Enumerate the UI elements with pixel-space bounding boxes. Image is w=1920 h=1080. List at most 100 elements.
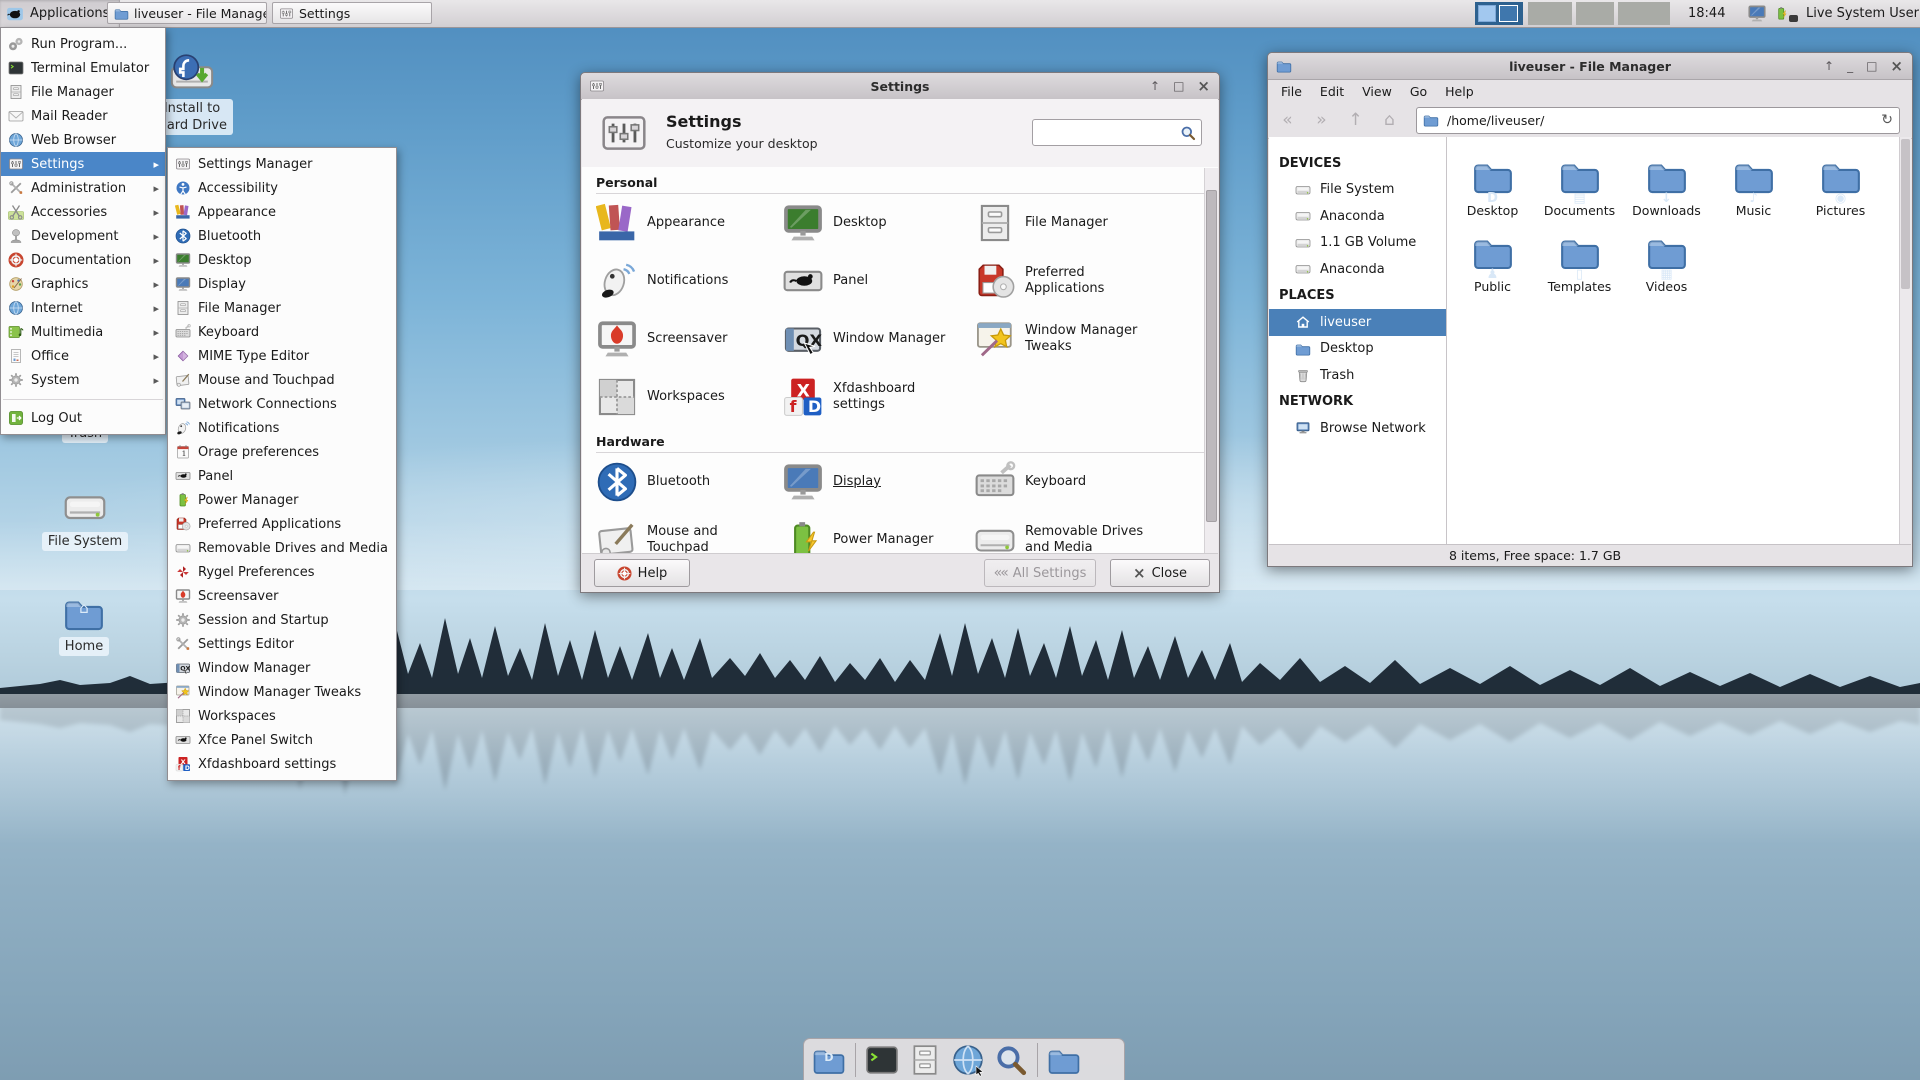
file-documents[interactable]: ▤ Documents [1536, 155, 1623, 231]
dock-app-finder[interactable] [994, 1043, 1028, 1077]
tile-notifications[interactable]: Notifications [596, 252, 782, 310]
menu-view[interactable]: View [1353, 84, 1401, 99]
sidebar-item-liveuser[interactable]: liveuser [1269, 309, 1446, 336]
sidebar-item-file-system[interactable]: File System [1269, 177, 1446, 204]
menu-item-xfdashboard-settings[interactable]: Xfdashboard settings [168, 752, 396, 776]
menu-item-settings-editor[interactable]: Settings Editor [168, 632, 396, 656]
file-downloads[interactable]: ↓ Downloads [1623, 155, 1710, 231]
reload-icon[interactable]: ↻ [1881, 108, 1893, 133]
menu-file[interactable]: File [1272, 84, 1311, 99]
minimize-button[interactable]: _ [1847, 59, 1853, 73]
menu-item-window-manager[interactable]: Window Manager [168, 656, 396, 680]
menu-item-internet[interactable]: Internet ▸ [1, 296, 165, 320]
path-bar[interactable]: /home/liveuser/ ↻ [1416, 107, 1900, 134]
menu-item-settings-manager[interactable]: Settings Manager [168, 152, 396, 176]
menu-item-mouse-and-touchpad[interactable]: Mouse and Touchpad [168, 368, 396, 392]
menu-item-mime-type-editor[interactable]: MIME Type Editor [168, 344, 396, 368]
sidebar-item-anaconda[interactable]: Anaconda [1269, 203, 1446, 230]
menu-item-desktop[interactable]: Desktop [168, 248, 396, 272]
menu-item-rygel-preferences[interactable]: Rygel Preferences [168, 560, 396, 584]
file-videos[interactable]: ▦ Videos [1623, 231, 1710, 307]
menu-item-file-manager[interactable]: File Manager [168, 296, 396, 320]
tile-xfdashboard-settings[interactable]: Xfdashboard settings [782, 368, 974, 426]
file-pictures[interactable]: ◉ Pictures [1797, 155, 1884, 231]
display-applet-icon[interactable] [1746, 4, 1768, 23]
menu-item-power-manager[interactable]: Power Manager [168, 488, 396, 512]
menu-item-file-manager[interactable]: File Manager [1, 80, 165, 104]
forward-button[interactable]: » [1308, 107, 1335, 134]
menu-item-development[interactable]: Development ▸ [1, 224, 165, 248]
sidebar-item-desktop[interactable]: Desktop [1269, 336, 1446, 363]
tile-window-manager-tweaks[interactable]: Window Manager Tweaks [974, 310, 1204, 368]
file-view-scrollbar[interactable] [1899, 137, 1911, 544]
workspace-2[interactable] [1499, 5, 1518, 22]
file-manager-titlebar[interactable]: liveuser - File Manager ↑ _ □ × [1268, 53, 1912, 80]
clock[interactable]: 18:44 [1688, 0, 1725, 27]
menu-item-multimedia[interactable]: Multimedia ▸ [1, 320, 165, 344]
search-input[interactable] [1037, 121, 1179, 146]
tile-keyboard[interactable]: Keyboard [974, 453, 1204, 511]
shade-button[interactable]: ↑ [1824, 59, 1834, 73]
menu-item-office[interactable]: Office ▸ [1, 344, 165, 368]
tile-desktop[interactable]: Desktop [782, 194, 974, 252]
menu-item-workspaces[interactable]: Workspaces [168, 704, 396, 728]
tile-appearance[interactable]: Appearance [596, 194, 782, 252]
tile-workspaces[interactable]: Workspaces [596, 368, 782, 426]
file-templates[interactable]: ▯ Templates [1536, 231, 1623, 307]
menu-item-notifications[interactable]: Notifications [168, 416, 396, 440]
sidebar-item-browse-network[interactable]: Browse Network [1269, 415, 1446, 442]
menu-item-orage-preferences[interactable]: Orage preferences [168, 440, 396, 464]
dock-show-desktop[interactable]: D [812, 1043, 846, 1077]
menu-item-log-out[interactable]: Log Out [1, 406, 165, 430]
settings-titlebar[interactable]: Settings ↑ □ × [581, 73, 1219, 100]
menu-go[interactable]: Go [1401, 84, 1436, 99]
tile-screensaver[interactable]: Screensaver [596, 310, 782, 368]
menu-item-appearance[interactable]: Appearance [168, 200, 396, 224]
menu-item-display[interactable]: Display [168, 272, 396, 296]
help-button[interactable]: Help [594, 559, 690, 587]
menu-item-terminal-emulator[interactable]: Terminal Emulator [1, 56, 165, 80]
menu-item-system[interactable]: System ▸ [1, 368, 165, 392]
workspace-1[interactable] [1478, 5, 1496, 22]
menu-item-graphics[interactable]: Graphics ▸ [1, 272, 165, 296]
tile-mouse-and-touchpad[interactable]: Mouse and Touchpad [596, 511, 782, 556]
menu-edit[interactable]: Edit [1311, 84, 1353, 99]
menu-item-screensaver[interactable]: Screensaver [168, 584, 396, 608]
close-button[interactable]: × [1890, 57, 1903, 75]
file-public[interactable]: ♟ Public [1449, 231, 1536, 307]
menu-help[interactable]: Help [1436, 84, 1483, 99]
menu-item-window-manager-tweaks[interactable]: Window Manager Tweaks [168, 680, 396, 704]
menu-item-session-and-startup[interactable]: Session and Startup [168, 608, 396, 632]
desktop-icon-home[interactable]: ⌂ Home [34, 592, 134, 656]
menu-item-xfce-panel-switch[interactable]: Xfce Panel Switch [168, 728, 396, 752]
tile-removable-drives-and-media[interactable]: Removable Drives and Media [974, 511, 1204, 556]
home-button[interactable]: ⌂ [1376, 107, 1403, 134]
taskbar-button-liveuser-file-manager[interactable]: liveuser - File Manager [107, 2, 267, 24]
desktop-icon-file-system[interactable]: File System [30, 485, 140, 551]
menu-item-bluetooth[interactable]: Bluetooth [168, 224, 396, 248]
maximize-button[interactable]: □ [1173, 79, 1184, 93]
tile-display[interactable]: Display [782, 453, 974, 511]
menu-item-removable-drives-and-media[interactable]: Removable Drives and Media [168, 536, 396, 560]
menu-item-run-program[interactable]: Run Program... [1, 32, 165, 56]
tile-power-manager[interactable]: Power Manager [782, 511, 974, 556]
sidebar-item-1-1-gb-volume[interactable]: 1.1 GB Volume [1269, 230, 1446, 257]
menu-item-preferred-applications[interactable]: Preferred Applications [168, 512, 396, 536]
close-settings-button[interactable]: × Close [1110, 559, 1210, 587]
dock-file-manager[interactable] [908, 1043, 942, 1077]
menu-item-keyboard[interactable]: Keyboard [168, 320, 396, 344]
dock-web-browser[interactable] [951, 1043, 985, 1077]
file-desktop[interactable]: D Desktop [1449, 155, 1536, 231]
dock-terminal[interactable] [865, 1043, 899, 1077]
maximize-button[interactable]: □ [1866, 59, 1877, 73]
tile-window-manager[interactable]: Window Manager [782, 310, 974, 368]
close-button[interactable]: × [1197, 77, 1210, 95]
menu-item-network-connections[interactable]: Network Connections [168, 392, 396, 416]
menu-item-settings[interactable]: Settings ▸ [1, 152, 165, 176]
battery-applet-icon[interactable] [1774, 3, 1789, 24]
menu-item-accessibility[interactable]: Accessibility [168, 176, 396, 200]
tile-panel[interactable]: Panel [782, 252, 974, 310]
tile-file-manager[interactable]: File Manager [974, 194, 1204, 252]
menu-item-web-browser[interactable]: Web Browser [1, 128, 165, 152]
tile-bluetooth[interactable]: Bluetooth [596, 453, 782, 511]
